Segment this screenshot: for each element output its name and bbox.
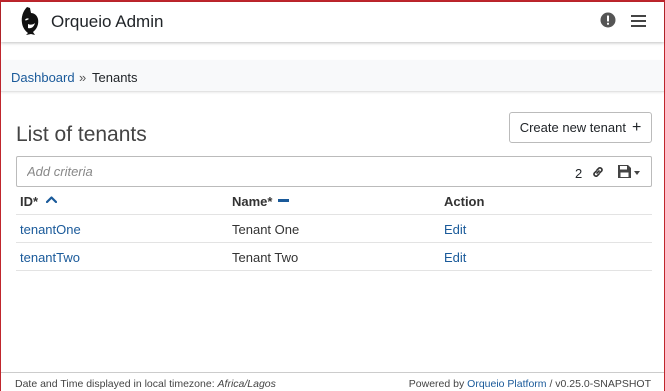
app-brand[interactable]: Orqueio Admin xyxy=(51,12,163,32)
page-title: List of tenants xyxy=(16,123,147,146)
column-header-action: Action xyxy=(444,194,485,209)
footer: Date and Time displayed in local timezon… xyxy=(1,372,664,391)
chevron-down-icon[interactable] xyxy=(634,171,640,175)
result-count: 2 xyxy=(575,166,583,181)
edit-tenant-link[interactable]: Edit xyxy=(444,250,466,265)
create-tenant-label: Create new tenant xyxy=(519,120,626,135)
breadcrumb-dashboard-link[interactable]: Dashboard xyxy=(11,70,75,85)
timezone-info: Date and Time displayed in local timezon… xyxy=(15,378,276,390)
table-header-row: ID* Name* Action xyxy=(16,188,652,215)
sort-none-icon[interactable] xyxy=(278,199,289,202)
breadcrumb: Dashboard » Tenants xyxy=(1,60,664,92)
plus-icon: + xyxy=(631,118,642,136)
tenant-id-link[interactable]: tenantOne xyxy=(20,222,81,237)
version-label: / v0.25.0-SNAPSHOT xyxy=(549,378,651,390)
powered-by-label: Powered by xyxy=(408,378,465,390)
timezone-prefix: Date and Time displayed in local timezon… xyxy=(15,378,215,390)
floppy-disk-icon[interactable] xyxy=(618,165,631,178)
timezone-value: Africa/Lagos xyxy=(217,378,276,390)
top-navbar: Orqueio Admin xyxy=(1,2,664,42)
create-tenant-button[interactable]: Create new tenant + xyxy=(509,112,652,143)
link-icon[interactable] xyxy=(591,165,605,179)
sort-ascending-icon[interactable] xyxy=(46,196,57,203)
table-row: tenantTwo Tenant Two Edit xyxy=(16,243,652,271)
hamburger-menu-icon[interactable] xyxy=(631,15,646,27)
breadcrumb-separator: » xyxy=(79,70,87,85)
search-bar: 2 xyxy=(16,156,652,187)
tenant-name: Tenant One xyxy=(232,222,300,237)
breadcrumb-current: Tenants xyxy=(92,70,138,85)
exclamation-circle-icon[interactable] xyxy=(600,12,616,28)
search-criteria-input[interactable] xyxy=(17,157,557,186)
edit-tenant-link[interactable]: Edit xyxy=(444,222,466,237)
powered-by: Powered by Orqueio Platform / v0.25.0-SN… xyxy=(409,378,651,390)
platform-link[interactable]: Orqueio Platform xyxy=(467,378,546,390)
tenant-name: Tenant Two xyxy=(232,250,299,265)
column-header-id[interactable]: ID* xyxy=(20,194,38,209)
orca-logo-icon[interactable] xyxy=(17,6,41,36)
table-row: tenantOne Tenant One Edit xyxy=(16,215,652,243)
column-header-name[interactable]: Name* xyxy=(232,194,272,209)
tenant-id-link[interactable]: tenantTwo xyxy=(20,250,80,265)
